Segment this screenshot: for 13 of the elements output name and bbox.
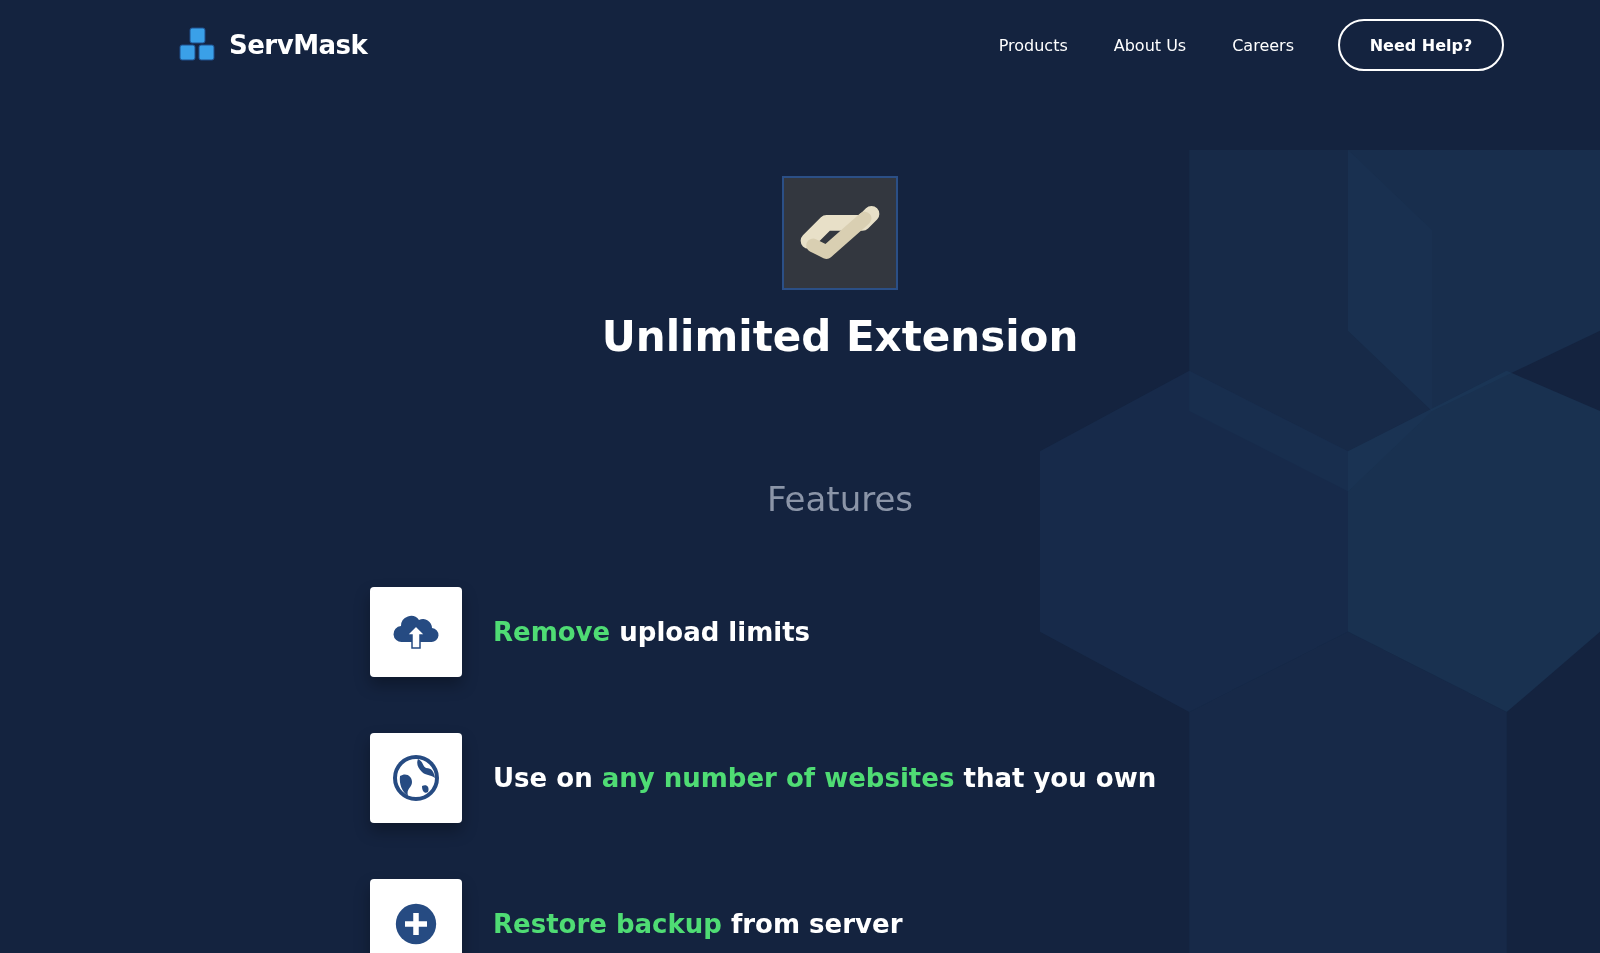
feature-text: Restore backup from server [493, 909, 903, 939]
product-title: Unlimited Extension [601, 312, 1079, 361]
product-icon [782, 176, 898, 290]
nav-link[interactable]: Careers [1232, 35, 1294, 55]
features-heading: Features [766, 479, 914, 519]
nav-link[interactable]: Products [998, 35, 1068, 55]
feature-text: Use on any number of websites that you own [493, 763, 1157, 793]
nav-link[interactable]: About Us [1113, 35, 1187, 55]
feature-text: Remove upload limits [493, 617, 811, 647]
globe-icon [392, 754, 440, 802]
need-help-button[interactable]: Need Help? [1338, 19, 1504, 71]
brand-name[interactable]: ServMask [229, 30, 368, 60]
plus-circle-icon [394, 902, 438, 946]
